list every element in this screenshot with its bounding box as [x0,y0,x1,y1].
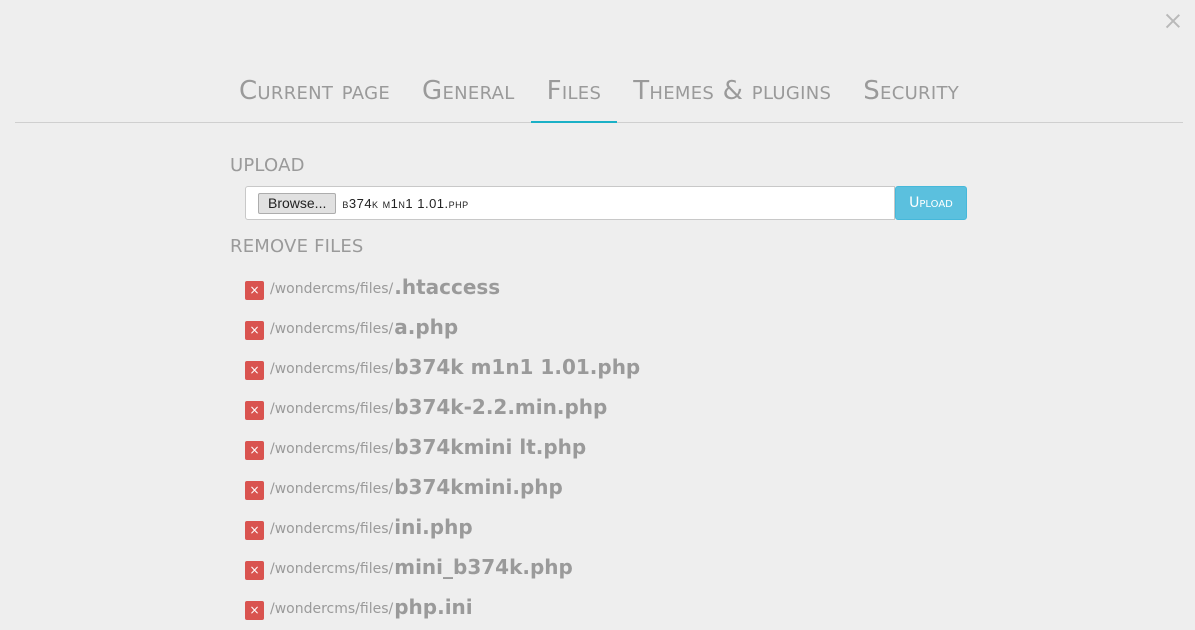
file-path: /wondercms/files/ [270,281,394,297]
file-name: b374k-2.2.min.php [394,395,608,419]
file-name: b374kmini lt.php [394,435,587,459]
file-name: a.php [394,315,459,339]
file-name: mini_b374k.php [394,555,573,579]
file-path: /wondercms/files/ [270,601,394,617]
file-path: /wondercms/files/ [270,361,394,377]
file-name: php.ini [394,595,473,619]
file-path: /wondercms/files/ [270,441,394,457]
delete-file-button[interactable]: × [245,320,264,340]
tab-current-page[interactable]: Current page [223,68,406,114]
browse-button[interactable]: Browse... [258,192,337,214]
delete-file-button[interactable]: × [245,520,264,540]
tab-files[interactable]: Files [530,68,618,123]
times-icon: × [249,603,260,617]
times-icon: × [249,443,260,457]
settings-modal: Current page General Files Themes & plug… [0,0,1195,630]
selected-file-name: b374k m1n1 1.01.php [342,195,469,211]
file-name: b374k m1n1 1.01.php [394,355,641,379]
list-item: × /wondercms/files/ php.ini [245,587,970,627]
delete-file-button[interactable]: × [245,600,264,620]
file-name: .htaccess [394,275,501,299]
times-icon: × [249,563,260,577]
tab-security[interactable]: Security [847,68,975,114]
file-name: b374kmini.php [394,475,563,499]
file-list: × /wondercms/files/ .htaccess × /wonderc… [245,267,970,627]
list-item: × /wondercms/files/ ini.php [245,507,970,547]
delete-file-button[interactable]: × [245,560,264,580]
list-item: × /wondercms/files/ a.php [245,307,970,347]
list-item: × /wondercms/files/ b374k m1n1 1.01.php [245,347,970,387]
files-panel: Upload Browse... b374k m1n1 1.01.php Upl… [230,155,970,627]
delete-file-button[interactable]: × [245,480,264,500]
list-item: × /wondercms/files/ mini_b374k.php [245,547,970,587]
file-path: /wondercms/files/ [270,521,394,537]
delete-file-button[interactable]: × [245,440,264,460]
close-icon[interactable] [1165,13,1181,29]
file-name: ini.php [394,515,473,539]
delete-file-button[interactable]: × [245,360,264,380]
times-icon: × [249,523,260,537]
delete-file-button[interactable]: × [245,400,264,420]
file-path: /wondercms/files/ [270,481,394,497]
upload-heading: Upload [230,155,305,176]
list-item: × /wondercms/files/ .htaccess [245,267,970,307]
remove-files-heading: Remove files [230,236,364,257]
list-item: × /wondercms/files/ b374k-2.2.min.php [245,387,970,427]
upload-form: Browse... b374k m1n1 1.01.php Upload [245,186,970,220]
tab-general[interactable]: General [406,68,531,114]
file-input[interactable]: Browse... b374k m1n1 1.01.php [245,186,895,220]
times-icon: × [249,363,260,377]
times-icon: × [249,403,260,417]
file-path: /wondercms/files/ [270,401,394,417]
settings-tabs: Current page General Files Themes & plug… [15,68,1183,123]
file-path: /wondercms/files/ [270,321,394,337]
list-item: × /wondercms/files/ b374kmini.php [245,467,970,507]
tab-themes-plugins[interactable]: Themes & plugins [617,68,847,114]
delete-file-button[interactable]: × [245,280,264,300]
times-icon: × [249,483,260,497]
times-icon: × [249,283,260,297]
times-icon: × [249,323,260,337]
file-path: /wondercms/files/ [270,561,394,577]
upload-button[interactable]: Upload [895,186,967,220]
list-item: × /wondercms/files/ b374kmini lt.php [245,427,970,467]
